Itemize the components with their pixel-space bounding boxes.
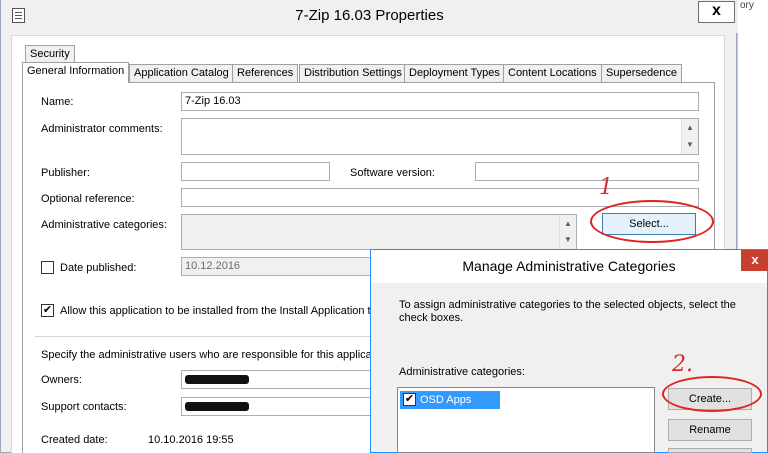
admin-categories-field: ▲ ▼ (181, 214, 577, 250)
annotation-number-1: 1 (599, 175, 613, 200)
annotation-number-2: 2. (672, 352, 693, 377)
publisher-field[interactable] (181, 162, 330, 181)
tab-application-catalog[interactable]: Application Catalog (129, 64, 234, 82)
scroll-up-icon[interactable]: ▲ (682, 120, 698, 136)
dialog-title: Manage Administrative Categories (462, 258, 676, 274)
allow-install-checkbox[interactable]: ✔ (41, 304, 54, 317)
owners-label: Owners: (41, 374, 82, 386)
created-date-label: Created date: (41, 434, 108, 446)
publisher-label: Publisher: (41, 167, 90, 179)
admin-comments-label: Administrator comments: (41, 123, 163, 135)
rename-category-button[interactable]: Rename (668, 419, 752, 441)
date-published-field: 10.12.2016 (181, 257, 371, 276)
close-button[interactable]: x (698, 1, 735, 23)
specify-admins-label: Specify the administrative users who are… (41, 349, 390, 361)
redacted-owner (185, 375, 249, 384)
software-version-label: Software version: (350, 167, 435, 179)
scroll-down-icon[interactable]: ▼ (682, 137, 698, 153)
annotation-ellipse-select (590, 200, 714, 243)
date-published-checkbox[interactable] (41, 261, 54, 274)
scroll-down-icon[interactable]: ▼ (560, 232, 576, 248)
name-field[interactable]: 7-Zip 16.03 (181, 92, 699, 111)
categories-listbox[interactable]: ✔ OSD Apps (397, 387, 655, 453)
name-label: Name: (41, 96, 74, 108)
comments-scrollbar[interactable]: ▲ ▼ (681, 119, 698, 154)
tab-content-locations[interactable]: Content Locations (503, 64, 602, 82)
date-published-label: Date published: (60, 262, 137, 274)
background-window-strip: ory (737, 0, 768, 249)
created-date-value: 10.10.2016 19:55 (148, 434, 234, 446)
admin-categories-label: Administrative categories: (41, 219, 167, 231)
admin-comments-field[interactable]: ▲ ▼ (181, 118, 699, 155)
section-divider (35, 336, 370, 337)
category-checkbox[interactable]: ✔ (403, 393, 416, 406)
redacted-contact (185, 402, 249, 411)
tab-distribution-settings[interactable]: Distribution Settings (299, 64, 407, 82)
tab-deployment-types[interactable]: Deployment Types (404, 64, 505, 82)
categories-scrollbar[interactable]: ▲ ▼ (559, 215, 576, 249)
dialog-instruction: To assign administrative categories to t… (399, 299, 736, 324)
software-version-field[interactable] (475, 162, 699, 181)
dialog-next-button[interactable] (668, 448, 752, 453)
annotation-ellipse-create (662, 376, 762, 412)
scroll-up-icon[interactable]: ▲ (560, 216, 576, 232)
title-bar: 7-Zip 16.03 Properties x (1, 0, 738, 33)
tab-references[interactable]: References (232, 64, 299, 82)
category-label: OSD Apps (420, 394, 472, 406)
dialog-close-button[interactable]: x (741, 250, 768, 271)
support-contacts-field[interactable] (181, 397, 371, 416)
support-contacts-label: Support contacts: (41, 401, 127, 413)
dialog-categories-label: Administrative categories: (399, 366, 525, 378)
window-title: 7-Zip 16.03 Properties (295, 7, 444, 24)
tab-supersedence[interactable]: Supersedence (601, 64, 682, 82)
tab-security[interactable]: Security (25, 45, 75, 63)
allow-install-label: Allow this application to be installed f… (60, 305, 383, 317)
list-item[interactable]: ✔ OSD Apps (400, 391, 500, 409)
background-window-text: ory (740, 0, 754, 11)
tab-general-information[interactable]: General Information (22, 62, 130, 83)
optional-reference-label: Optional reference: (41, 193, 135, 205)
dialog-title-bar: Manage Administrative Categories x (371, 250, 768, 283)
owners-field[interactable] (181, 370, 371, 389)
